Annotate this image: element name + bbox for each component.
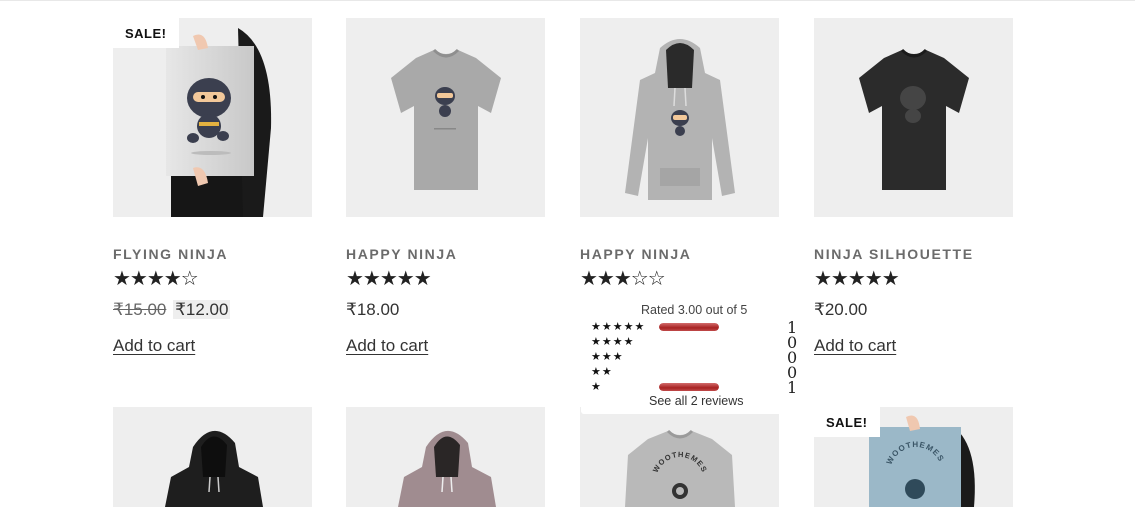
rating-breakdown-popup: Rated 3.00 out of 5 ★★★★★ 1 ★★★★ 0 ★★★ 0… [581, 299, 799, 414]
product-image-ninja-silhouette[interactable] [814, 18, 1013, 217]
product-image-flying-ninja[interactable]: SALE! [113, 18, 312, 217]
add-to-cart-button[interactable]: Add to cart [113, 336, 195, 356]
product-image-woothemes-poster[interactable]: WOOTHEMES SALE! [814, 407, 1013, 507]
star-rating: ★★★★☆ [113, 268, 199, 290]
rating-bar [659, 323, 719, 331]
woothemes-sweatshirt-image: WOOTHEMES [625, 429, 735, 507]
pink-hoodie-image [398, 430, 496, 507]
price: ₹15.00 ₹12.00 [113, 300, 231, 320]
sale-badge: SALE! [113, 18, 179, 48]
rating-row-stars: ★★★★ [591, 336, 635, 348]
add-to-cart-button[interactable]: Add to cart [346, 336, 428, 356]
rating-row-stars: ★★★★★ [591, 321, 646, 333]
product-image-black-hoodie[interactable] [113, 407, 312, 507]
rating-summary: Rated 3.00 out of 5 [641, 303, 748, 317]
grey-tshirt-image [391, 48, 501, 190]
rating-bar [659, 353, 719, 361]
product-title[interactable]: Flying Ninja [113, 246, 343, 262]
black-tshirt-image [859, 48, 969, 190]
see-all-reviews-link[interactable]: See all 2 reviews [649, 394, 744, 408]
rating-bar [659, 383, 719, 391]
product-title[interactable]: Happy Ninja [580, 246, 810, 262]
add-to-cart-button[interactable]: Add to cart [814, 336, 896, 356]
product-image-happy-ninja-tee[interactable] [346, 18, 545, 217]
product-title[interactable]: Happy Ninja [346, 246, 576, 262]
product-title[interactable]: Ninja Silhouette [814, 246, 1044, 262]
product-image-happy-ninja-hoodie[interactable] [580, 18, 779, 217]
star-rating: ★★★★★ [346, 268, 432, 290]
product-image-pink-hoodie[interactable] [346, 407, 545, 507]
rating-row-stars: ★★★ [591, 351, 624, 363]
top-divider [0, 0, 1135, 1]
rating-row-stars: ★ [591, 381, 602, 393]
price-old: ₹15.00 [113, 300, 167, 319]
price: ₹20.00 [814, 300, 868, 319]
rating-bar [659, 368, 719, 376]
grey-hoodie-image [625, 39, 735, 200]
price: ₹18.00 [346, 300, 400, 319]
star-rating: ★★★★★ [814, 268, 900, 290]
rating-row-count: 1 [787, 378, 798, 397]
product-image-woothemes-sweatshirt[interactable]: WOOTHEMES [580, 407, 779, 507]
rating-bar [659, 338, 719, 346]
black-hoodie-image [165, 430, 263, 507]
star-rating[interactable]: ★★★☆☆ [580, 269, 666, 289]
price-sale: ₹12.00 [173, 300, 231, 319]
rating-row-stars: ★★ [591, 366, 613, 378]
sale-badge: SALE! [814, 407, 880, 437]
